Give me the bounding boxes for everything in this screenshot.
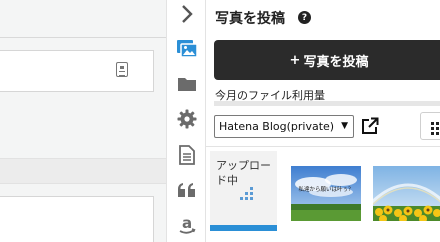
chevron-right-icon[interactable]	[175, 2, 199, 26]
title-field[interactable]	[0, 50, 154, 92]
gear-icon[interactable]	[175, 107, 199, 131]
post-photo-button-label: 写真を投稿	[303, 54, 369, 70]
editor-area	[0, 0, 166, 242]
help-icon[interactable]: ?	[298, 11, 311, 24]
plus-icon: +	[289, 52, 301, 68]
folder-icon[interactable]	[175, 72, 199, 96]
document-icon[interactable]	[175, 143, 199, 167]
svg-text:a: a	[182, 214, 192, 232]
post-photo-button[interactable]: + 写真を投稿	[214, 40, 440, 80]
usage-bar	[214, 101, 440, 106]
thumbnail-caption: 私達から願いは叶ぅ？	[298, 185, 353, 193]
photo-icon[interactable]	[175, 36, 199, 60]
quote-icon[interactable]	[175, 178, 199, 202]
panel-divider	[206, 146, 440, 147]
photo-thumbnail[interactable]: 私達から願いは叶ぅ？	[291, 166, 361, 221]
upload-tile: アップロード中	[210, 151, 277, 231]
clipboard-icon[interactable]	[116, 62, 128, 77]
grid-view-button[interactable]	[420, 112, 440, 140]
amazon-icon[interactable]: a	[175, 213, 199, 237]
external-link-icon[interactable]	[361, 117, 379, 135]
editor-toolbar-band	[0, 158, 166, 184]
editor-top-divider	[0, 37, 166, 38]
editor-body[interactable]	[0, 196, 154, 242]
caret-down-icon: ▼	[341, 121, 348, 131]
loading-spinner-icon	[240, 187, 256, 201]
photo-panel: 写真を投稿 ? + 写真を投稿 今月のファイル利用量 Hatena Blog(p…	[206, 0, 440, 242]
sidebar-rail: a	[166, 0, 206, 242]
photo-thumbnail[interactable]	[373, 166, 440, 221]
upload-progress-bar	[210, 225, 277, 231]
upload-status-text: アップロード中	[216, 159, 271, 187]
panel-title: 写真を投稿	[215, 11, 285, 27]
blog-select-value: Hatena Blog(private)	[219, 120, 335, 133]
blog-select[interactable]: Hatena Blog(private) ▼	[214, 115, 354, 138]
